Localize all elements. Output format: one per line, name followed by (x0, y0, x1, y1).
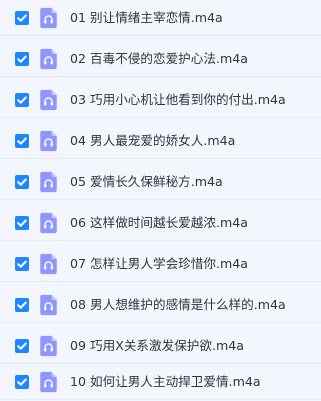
checkbox[interactable] (15, 10, 29, 25)
file-row[interactable]: 08 男人想维护的感情是什么样的.m4a (0, 287, 321, 323)
audio-file-icon (40, 89, 57, 110)
file-name: 04 男人最宠爱的娇女人.m4a (70, 132, 236, 148)
file-row[interactable]: 04 男人最宠爱的娇女人.m4a (0, 123, 321, 159)
file-name: 08 男人想维护的感情是什么样的.m4a (70, 296, 286, 312)
checkmark-icon (17, 96, 27, 104)
audio-file-icon (40, 130, 57, 151)
checkmark-icon (17, 14, 27, 22)
checkbox[interactable] (15, 256, 29, 271)
checkbox[interactable] (15, 374, 29, 389)
file-row[interactable]: 05 爱情长久保鲜秘方.m4a (0, 164, 321, 200)
checkbox[interactable] (15, 133, 29, 148)
checkbox[interactable] (15, 338, 29, 353)
audio-file-icon (40, 171, 57, 192)
file-name: 05 爱情长久保鲜秘方.m4a (70, 173, 223, 189)
checkmark-icon (17, 301, 27, 309)
checkmark-icon (17, 137, 27, 145)
file-row[interactable]: 03 巧用小心机让他看到你的付出.m4a (0, 82, 321, 118)
file-name: 09 巧用X关系激发保护欲.m4a (70, 337, 245, 353)
checkbox[interactable] (15, 92, 29, 107)
audio-file-icon (40, 371, 57, 392)
file-name: 02 百毒不侵的恋爱护心法.m4a (70, 50, 248, 66)
checkmark-icon (17, 342, 27, 350)
file-name: 01 别让情绪主宰恋情.m4a (70, 9, 223, 25)
audio-file-icon (40, 335, 57, 356)
checkmark-icon (17, 219, 27, 227)
audio-file-icon (40, 294, 57, 315)
file-name: 06 这样做时间越长爱越浓.m4a (70, 214, 248, 230)
file-row[interactable]: 09 巧用X关系激发保护欲.m4a (0, 328, 321, 364)
file-row[interactable]: 10 如何让男人主动捍卫爱情.m4a (0, 364, 321, 400)
file-name: 07 怎样让男人学会珍惜你.m4a (70, 255, 248, 271)
file-row[interactable]: 06 这样做时间越长爱越浓.m4a (0, 205, 321, 241)
audio-file-icon (40, 7, 57, 28)
checkbox[interactable] (15, 174, 29, 189)
file-list: 01 别让情绪主宰恋情.m4a 02 百毒不侵的恋爱护心法.m4a 03 巧用小… (0, 0, 321, 401)
audio-file-icon (40, 253, 57, 274)
checkmark-icon (17, 178, 27, 186)
checkbox[interactable] (15, 215, 29, 230)
file-row[interactable]: 01 别让情绪主宰恋情.m4a (0, 0, 321, 36)
file-name: 03 巧用小心机让他看到你的付出.m4a (70, 91, 286, 107)
checkmark-icon (17, 378, 27, 386)
checkmark-icon (17, 55, 27, 63)
file-name: 10 如何让男人主动捍卫爱情.m4a (70, 373, 261, 389)
checkmark-icon (17, 260, 27, 268)
audio-file-icon (40, 48, 57, 69)
file-row[interactable]: 07 怎样让男人学会珍惜你.m4a (0, 246, 321, 282)
checkbox[interactable] (15, 297, 29, 312)
checkbox[interactable] (15, 51, 29, 66)
audio-file-icon (40, 212, 57, 233)
file-row[interactable]: 02 百毒不侵的恋爱护心法.m4a (0, 41, 321, 77)
